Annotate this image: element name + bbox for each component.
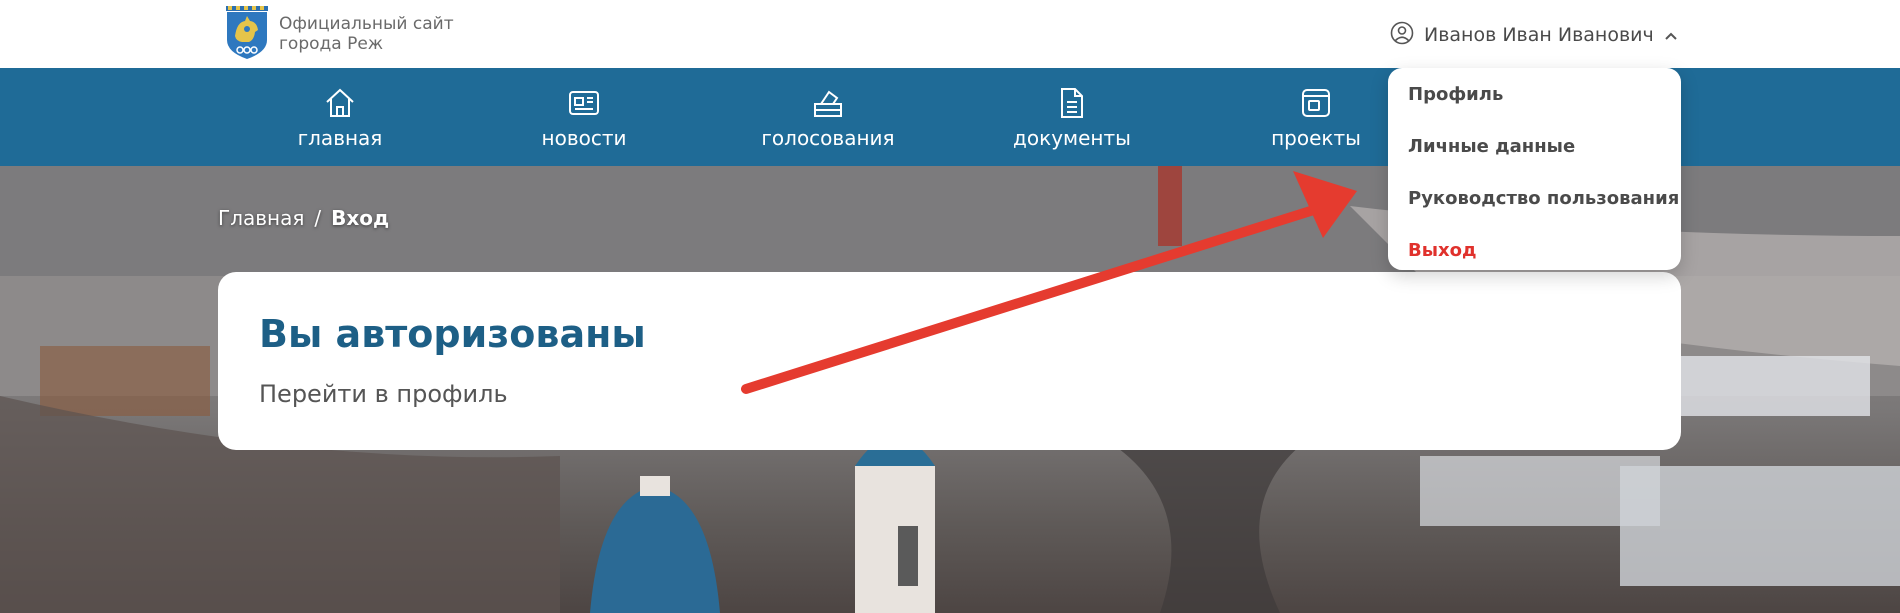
nav-label-voting: голосования [761, 126, 895, 150]
breadcrumb-home-link[interactable]: Главная [218, 206, 304, 230]
nav-label-home: главная [297, 126, 383, 150]
document-icon [1061, 88, 1083, 118]
site-title[interactable]: Официальный сайт города Реж [279, 14, 499, 54]
user-name: Иванов Иван Иванович [1424, 24, 1654, 46]
site-title-line2: города Реж [279, 34, 384, 54]
nav-label-projects: проекты [1271, 126, 1361, 150]
projects-icon [1302, 89, 1330, 117]
user-avatar-icon [1390, 21, 1414, 49]
nav-item-projects[interactable]: проекты [1226, 86, 1406, 156]
nav-label-documents: документы [1013, 126, 1131, 150]
breadcrumb-current: Вход [331, 206, 390, 230]
menu-item-logout[interactable]: Выход [1408, 240, 1477, 261]
user-menu-toggle[interactable]: Иванов Иван Иванович [1390, 20, 1678, 50]
ballot-box-icon [814, 90, 842, 117]
chevron-up-icon [1664, 26, 1678, 45]
page-title: Вы авторизованы [259, 312, 646, 356]
nav-item-news[interactable]: новости [494, 86, 674, 156]
menu-item-user-guide[interactable]: Руководство пользования [1408, 188, 1679, 209]
menu-item-personal-data[interactable]: Личные данные [1408, 136, 1575, 157]
nav-item-voting[interactable]: голосования [738, 86, 918, 156]
menu-item-profile[interactable]: Профиль [1408, 84, 1503, 105]
top-header: Официальный сайт города Реж Иванов Иван … [0, 0, 1900, 68]
auth-status-card: Вы авторизованы Перейти в профиль [218, 272, 1681, 450]
go-to-profile-link[interactable]: Перейти в профиль [259, 380, 508, 408]
home-icon [326, 88, 354, 117]
nav-item-home[interactable]: главная [250, 86, 430, 156]
nav-item-documents[interactable]: документы [982, 86, 1162, 156]
city-coat-of-arms-logo[interactable] [225, 6, 269, 60]
newspaper-icon [569, 91, 599, 115]
nav-label-news: новости [541, 126, 627, 150]
site-title-line1: Официальный сайт [279, 14, 454, 34]
breadcrumb: Главная / Вход [218, 206, 389, 230]
breadcrumb-separator: / [314, 206, 322, 230]
user-dropdown-menu: Профиль Личные данные Руководство пользо… [1388, 68, 1681, 270]
